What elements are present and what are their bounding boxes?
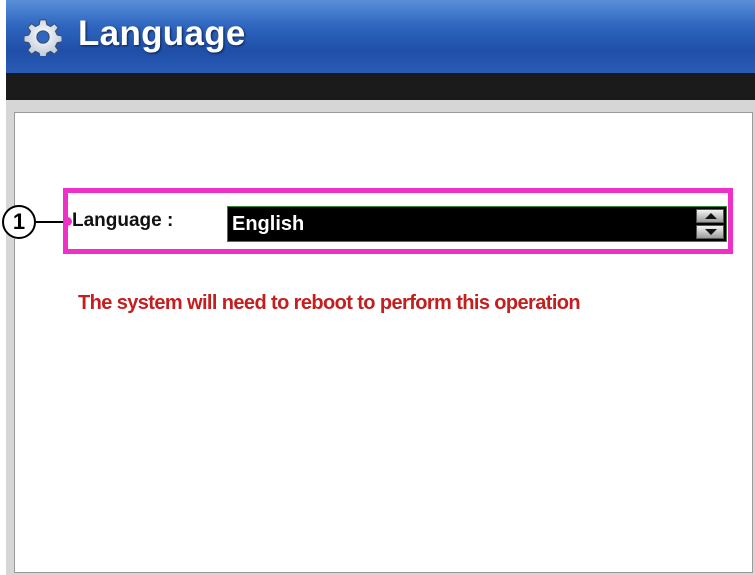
language-label: Language : — [72, 210, 174, 231]
language-select-value: English — [232, 213, 305, 235]
language-spinner — [696, 209, 724, 239]
reboot-warning: The system will need to reboot to perfor… — [78, 292, 581, 314]
language-select[interactable]: English — [227, 206, 727, 242]
callout-dot — [63, 217, 72, 226]
content-panel — [14, 112, 753, 573]
arrow-up-icon — [705, 213, 717, 219]
arrow-down-icon — [705, 229, 717, 235]
callout-line — [36, 221, 66, 223]
toolbar-band — [6, 73, 755, 100]
gear-icon — [24, 19, 62, 56]
window-title: Language — [78, 14, 246, 53]
spinner-up-button[interactable] — [696, 209, 724, 223]
callout-number: 1 — [2, 205, 36, 239]
language-window: Language — [6, 0, 755, 575]
spinner-down-button[interactable] — [696, 225, 724, 239]
title-bar: Language — [6, 0, 755, 73]
panel-frame — [6, 100, 755, 575]
